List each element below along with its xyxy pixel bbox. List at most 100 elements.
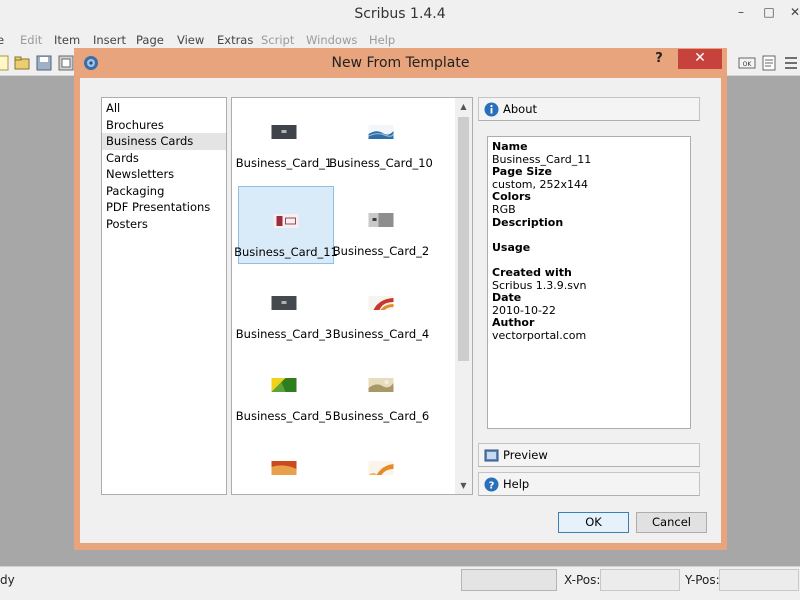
template-thumbnail [271,378,297,392]
menu-help[interactable]: Help [369,33,395,47]
menu-insert[interactable]: Insert [93,33,126,47]
align-tool-icon[interactable] [782,54,800,72]
template-item[interactable]: Business_Card_11 [234,186,338,264]
preview-button[interactable]: Preview [478,443,700,467]
category-list[interactable]: All Brochures Business Cards Cards Newsl… [101,97,227,495]
preflight-ok-icon[interactable]: OK [738,54,756,72]
dialog-close-button[interactable]: ✕ [678,49,722,69]
template-name: Business_Card_10 [329,156,433,170]
template-item[interactable]: Business_Card_6 [333,351,429,429]
category-all[interactable]: All [102,100,226,117]
info-description-heading: Description [492,215,564,229]
maximize-button[interactable]: □ [756,2,782,22]
dialog-title: New From Template [331,55,470,71]
category-cards[interactable]: Cards [102,150,226,167]
template-item[interactable]: Business_Card_5 [236,351,332,429]
about-label: About [503,102,538,116]
template-thumbnail [273,214,299,228]
info-description-value [492,229,686,242]
save-icon[interactable] [35,54,53,72]
template-grid: Business_Card_1 Business_Card_10 Busines… [232,98,456,494]
category-posters[interactable]: Posters [102,216,226,233]
template-thumbnail [271,461,297,475]
menu-windows[interactable]: Windows [306,33,357,47]
help-button[interactable]: ? Help [478,472,700,496]
template-item[interactable]: Business_Card_10 [329,98,433,176]
template-name: Business_Card_4 [332,327,430,341]
template-item[interactable]: Business_Card_4 [333,269,429,347]
app-title: Scribus 1.4.4 [354,6,446,22]
close-window-button[interactable]: ✕ [782,2,800,22]
menu-file[interactable]: e [0,33,4,47]
scrollbar-thumb[interactable] [458,117,469,361]
info-created-with-value: Scribus 1.3.9.svn [492,278,587,292]
close-document-icon[interactable] [57,54,75,72]
status-bar: dy X-Pos: Y-Pos: [0,566,800,600]
template-info-panel: Name Business_Card_11 Page Size custom, … [487,136,691,429]
category-newsletters[interactable]: Newsletters [102,166,226,183]
cancel-button[interactable]: Cancel [636,512,707,533]
template-scrollbar[interactable]: ▲ ▼ [455,98,472,494]
info-author-value: vectorportal.com [492,328,587,342]
template-thumbnail [271,125,297,139]
ypos-label: Y-Pos: [685,573,720,587]
menu-item[interactable]: Item [54,33,80,47]
category-pdf-presentations[interactable]: PDF Presentations [102,199,226,216]
app-title-bar: Scribus 1.4.4 – □ ✕ [0,0,800,30]
template-name: Business_Card_3 [235,327,333,341]
category-packaging[interactable]: Packaging [102,183,226,200]
template-thumbnail [368,461,394,475]
zoom-field[interactable] [461,569,557,591]
info-icon [484,102,499,117]
menu-script[interactable]: Script [261,33,294,47]
info-colors-value: RGB [492,202,516,216]
info-colors-heading: Colors [492,190,531,204]
template-item[interactable]: Business_Card_3 [236,269,332,347]
template-name: Business_Card_5 [235,409,333,423]
template-thumbnail [368,378,394,392]
template-name: Business_Card_2 [332,244,430,258]
template-thumbnail [368,125,394,139]
new-document-icon[interactable] [0,54,12,72]
template-name: Business_Card_11 [234,245,338,259]
category-business-cards[interactable]: Business Cards [102,133,226,150]
svg-text:OK: OK [743,61,753,68]
open-folder-icon[interactable] [13,54,31,72]
menu-extras[interactable]: Extras [217,33,253,47]
template-item[interactable] [236,434,332,494]
template-thumbnail [271,296,297,310]
minimize-button[interactable]: – [728,2,754,22]
info-usage-heading: Usage [492,240,531,254]
menu-bar: e Edit Item Insert Page View Extras Scri… [0,30,800,50]
menu-page[interactable]: Page [136,33,164,47]
xpos-value [600,569,680,591]
template-name: Business_Card_1 [235,156,333,170]
help-question-icon: ? [484,477,499,492]
image-preview-icon [484,449,499,462]
template-thumbnail [368,296,394,310]
svg-text:?: ? [489,481,495,492]
about-button[interactable]: About [478,97,700,121]
ok-button[interactable]: OK [558,512,629,533]
template-name: Business_Card_6 [332,409,430,423]
dialog-body: All Brochures Business Cards Cards Newsl… [80,78,721,543]
properties-icon[interactable] [760,54,778,72]
new-from-template-dialog: New From Template ? ✕ All Brochures Busi… [74,48,727,550]
category-brochures[interactable]: Brochures [102,117,226,134]
context-help-button[interactable]: ? [650,51,668,69]
info-date-heading: Date [492,291,522,305]
scroll-up-arrow-icon[interactable]: ▲ [455,98,472,115]
template-item[interactable]: Business_Card_1 [236,98,332,176]
preview-label: Preview [503,448,548,462]
template-item[interactable] [333,434,429,494]
template-item[interactable]: Business_Card_2 [333,186,429,264]
menu-edit[interactable]: Edit [20,33,42,47]
scroll-down-arrow-icon[interactable]: ▼ [455,477,472,494]
dialog-title-bar: New From Template ? ✕ [74,48,727,78]
help-label: Help [503,477,530,491]
info-created-with-heading: Created with [492,265,572,279]
ypos-value [719,569,799,591]
template-thumbnail [368,213,394,227]
template-view: Business_Card_1 Business_Card_10 Busines… [231,97,473,495]
menu-view[interactable]: View [177,33,204,47]
